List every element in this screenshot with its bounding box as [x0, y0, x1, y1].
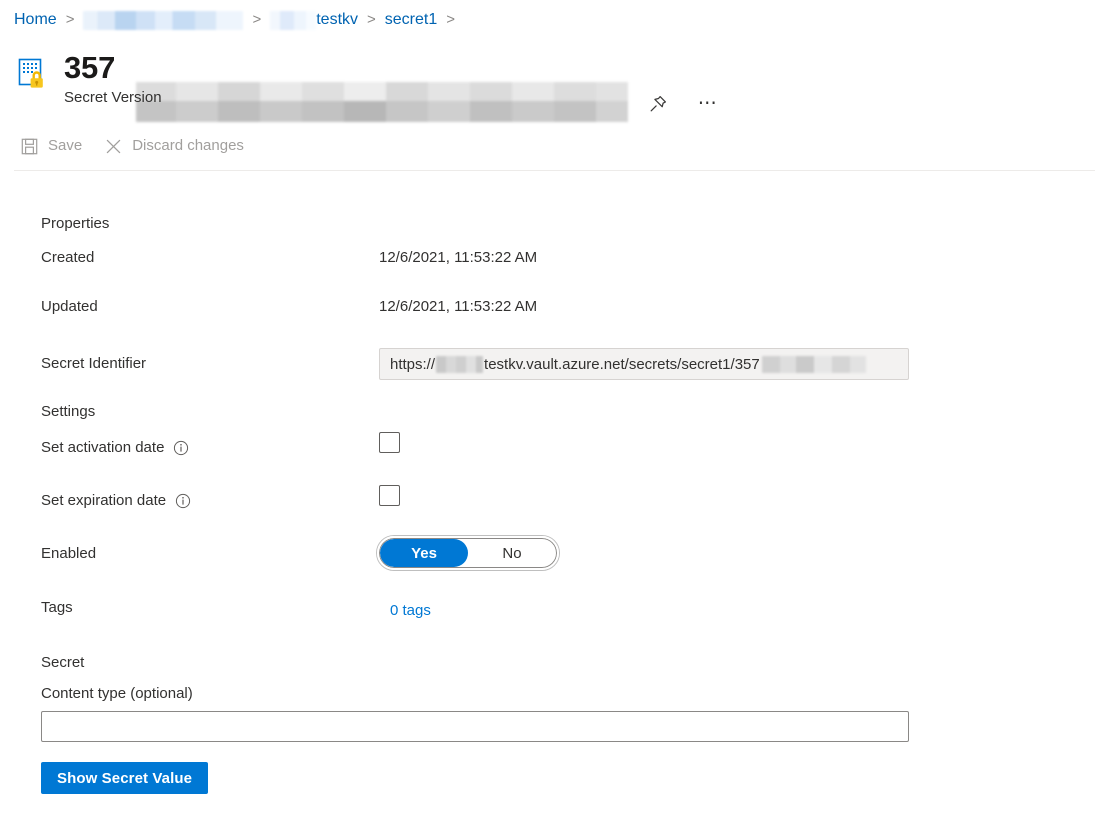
- secret-identifier-prefix: https://: [390, 355, 436, 373]
- secret-identifier-field[interactable]: https:// testkv.vault.azure.net/secrets/s…: [379, 348, 909, 380]
- settings-section-title: Settings: [41, 403, 96, 420]
- enabled-toggle-no[interactable]: No: [468, 539, 556, 567]
- breadcrumb-redacted-resource-link[interactable]: [83, 10, 244, 30]
- properties-section-title: Properties: [41, 215, 110, 232]
- command-bar-divider: [14, 170, 1095, 171]
- secret-identifier-redacted-suffix: [761, 355, 866, 373]
- updated-value: 12/6/2021, 11:53:22 AM: [379, 298, 538, 315]
- content-type-label: Content type (optional): [41, 685, 193, 702]
- secret-identifier-middle: testkv.vault.azure.net/secrets/secret1/3…: [484, 355, 760, 373]
- secret-identifier-label: Secret Identifier: [41, 355, 147, 372]
- secret-section-title: Secret: [41, 654, 85, 671]
- enabled-toggle-yes[interactable]: Yes: [380, 539, 468, 567]
- close-x-icon: [104, 137, 123, 156]
- breadcrumb-secret-link[interactable]: secret1: [385, 8, 437, 32]
- set-expiration-date-label: Set expiration date: [41, 491, 191, 511]
- page-subtitle: Secret Version: [64, 89, 162, 106]
- save-button[interactable]: Save: [14, 129, 92, 163]
- page-title: 357: [64, 50, 116, 85]
- pin-icon[interactable]: [642, 88, 674, 120]
- ellipsis-icon[interactable]: ⋯: [692, 88, 724, 120]
- breadcrumb: Home > > testkv > secret1 >: [14, 8, 464, 32]
- created-label: Created: [41, 249, 95, 266]
- breadcrumb-separator: >: [65, 11, 75, 28]
- breadcrumb-separator: >: [367, 11, 376, 28]
- enabled-toggle[interactable]: Yes No: [377, 536, 559, 570]
- azure-portal-secret-version-page: Home > > testkv > secret1 > 357 Secret V…: [0, 0, 1109, 819]
- page-header-actions: ⋯: [642, 88, 724, 120]
- ellipsis-glyph: ⋯: [697, 93, 719, 114]
- show-secret-value-button[interactable]: Show Secret Value: [41, 762, 209, 794]
- set-expiration-date-checkbox[interactable]: [379, 485, 400, 506]
- page-title-redacted-region: [136, 82, 628, 122]
- save-disk-icon: [20, 137, 39, 156]
- key-vault-secret-icon: [16, 56, 50, 90]
- set-activation-date-text: Set activation date: [41, 439, 165, 456]
- discard-changes-button-label: Discard changes: [132, 137, 244, 154]
- breadcrumb-separator: >: [252, 11, 262, 28]
- info-circle-icon[interactable]: [175, 493, 191, 509]
- enabled-label: Enabled: [41, 545, 97, 562]
- info-circle-icon[interactable]: [173, 440, 189, 456]
- set-activation-date-checkbox[interactable]: [379, 432, 400, 453]
- tags-link[interactable]: 0 tags: [390, 601, 431, 621]
- set-expiration-date-text: Set expiration date: [41, 492, 167, 509]
- tags-label: Tags: [41, 599, 73, 616]
- save-button-label: Save: [48, 137, 83, 154]
- discard-changes-button[interactable]: Discard changes: [98, 129, 254, 163]
- content-type-input[interactable]: [41, 711, 909, 742]
- created-value: 12/6/2021, 11:53:22 AM: [379, 249, 538, 266]
- secret-identifier-redacted-prefix: [436, 355, 484, 373]
- set-activation-date-label: Set activation date: [41, 438, 189, 458]
- updated-label: Updated: [41, 298, 98, 315]
- breadcrumb-vault-link[interactable]: testkv: [316, 8, 358, 32]
- command-bar: Save Discard changes: [14, 128, 1095, 164]
- breadcrumb-redacted-vault-prefix[interactable]: [270, 10, 317, 30]
- breadcrumb-separator: >: [446, 11, 456, 28]
- breadcrumb-home-link[interactable]: Home: [14, 8, 57, 32]
- page-header: 357 Secret Version ⋯: [14, 42, 1094, 122]
